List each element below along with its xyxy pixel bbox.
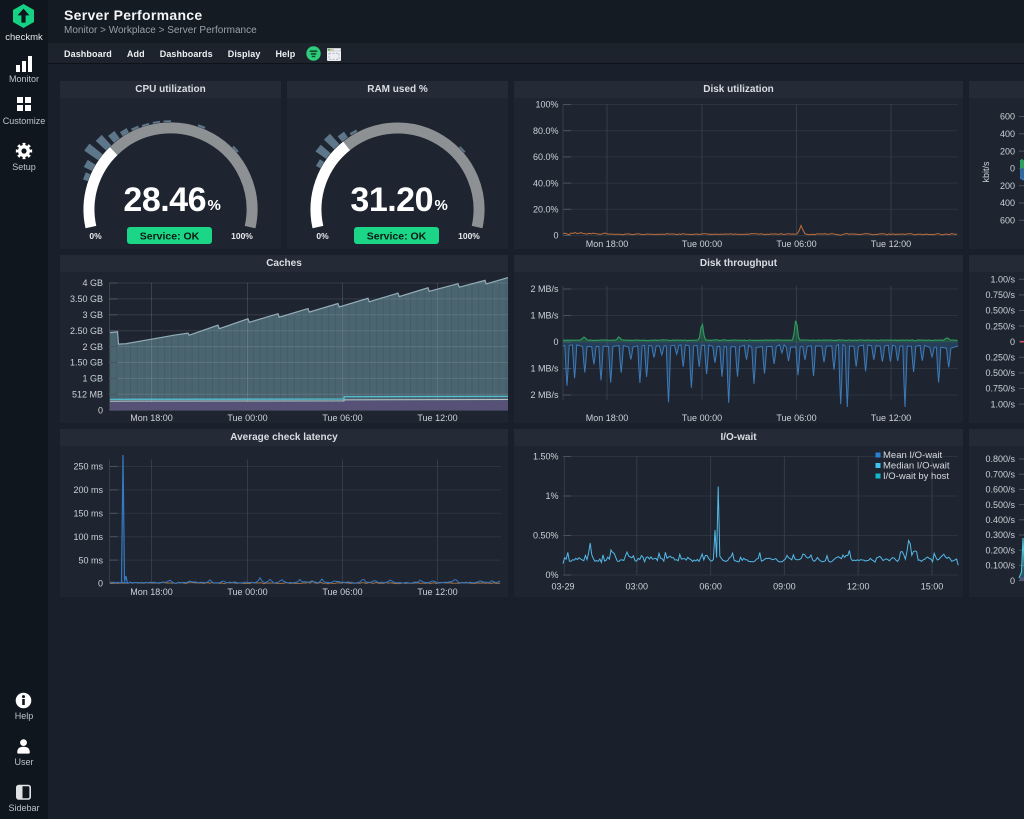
svg-text:28.46: 28.46 [123, 181, 206, 219]
svg-text:Mon 18:00: Mon 18:00 [130, 413, 173, 423]
svg-text:31.20: 31.20 [350, 181, 433, 219]
svg-text:2.50 GB: 2.50 GB [70, 326, 103, 336]
svg-text:150 ms: 150 ms [73, 509, 103, 519]
svg-text:0: 0 [1010, 337, 1015, 347]
svg-text:0%: 0% [89, 231, 102, 241]
svg-text:400: 400 [1000, 129, 1015, 139]
svg-text:Tue 06:00: Tue 06:00 [322, 413, 362, 423]
svg-text:1 MB/s: 1 MB/s [530, 311, 559, 321]
svg-text:4 GB: 4 GB [82, 278, 103, 288]
svg-text:0.750/s: 0.750/s [985, 290, 1015, 300]
svg-text:Tue 06:00: Tue 06:00 [776, 239, 816, 249]
svg-text:0: 0 [1010, 576, 1015, 586]
svg-text:100%: 100% [231, 231, 253, 241]
svg-text:Tue 12:00: Tue 12:00 [417, 413, 457, 423]
svg-text:100%: 100% [458, 231, 480, 241]
svg-text:0.500/s: 0.500/s [985, 306, 1015, 316]
svg-text:100 ms: 100 ms [73, 532, 103, 542]
svg-text:1.00/s: 1.00/s [990, 399, 1015, 409]
svg-text:0.400/s: 0.400/s [985, 515, 1015, 525]
svg-text:Service: OK: Service: OK [140, 231, 200, 243]
svg-text:100%: 100% [535, 100, 558, 110]
svg-text:400: 400 [1000, 198, 1015, 208]
svg-text:Tue 00:00: Tue 00:00 [682, 413, 722, 423]
svg-text:0: 0 [98, 579, 103, 589]
svg-text:600: 600 [1000, 112, 1015, 122]
svg-text:%: % [208, 197, 221, 214]
svg-text:20.0%: 20.0% [533, 205, 559, 215]
svg-text:600: 600 [1000, 216, 1015, 226]
svg-text:Tue 00:00: Tue 00:00 [227, 413, 267, 423]
svg-text:0.50%: 0.50% [533, 531, 559, 541]
svg-text:Mon 18:00: Mon 18:00 [130, 587, 173, 597]
svg-text:200: 200 [1000, 181, 1015, 191]
svg-text:1.00/s: 1.00/s [990, 275, 1015, 285]
svg-text:3.50 GB: 3.50 GB [70, 294, 103, 304]
svg-text:0.250/s: 0.250/s [985, 353, 1015, 363]
svg-text:2 GB: 2 GB [82, 342, 103, 352]
svg-text:03:00: 03:00 [626, 582, 649, 592]
svg-text:1%: 1% [545, 491, 558, 501]
svg-text:12:00: 12:00 [847, 582, 870, 592]
svg-text:Tue 06:00: Tue 06:00 [776, 413, 816, 423]
svg-text:Tue 00:00: Tue 00:00 [227, 587, 267, 597]
svg-text:0.300/s: 0.300/s [985, 530, 1015, 540]
svg-text:3 GB: 3 GB [82, 310, 103, 320]
svg-text:0.800/s: 0.800/s [985, 454, 1015, 464]
svg-text:250 ms: 250 ms [73, 462, 103, 472]
svg-text:0.500/s: 0.500/s [985, 500, 1015, 510]
svg-text:15:00: 15:00 [921, 582, 944, 592]
svg-text:0.750/s: 0.750/s [985, 384, 1015, 394]
svg-text:Service: OK: Service: OK [367, 231, 427, 243]
svg-text:1.50%: 1.50% [533, 452, 559, 462]
svg-text:200: 200 [1000, 146, 1015, 156]
svg-text:0: 0 [553, 231, 558, 241]
svg-text:2 MB/s: 2 MB/s [530, 284, 559, 294]
svg-text:60.0%: 60.0% [533, 152, 559, 162]
svg-text:200 ms: 200 ms [73, 485, 103, 495]
svg-text:40.0%: 40.0% [533, 178, 559, 188]
svg-text:80.0%: 80.0% [533, 126, 559, 136]
svg-text:Tue 12:00: Tue 12:00 [871, 413, 911, 423]
svg-text:Tue 00:00: Tue 00:00 [682, 239, 722, 249]
svg-text:50 ms: 50 ms [78, 555, 103, 565]
svg-text:I/O-wait by host: I/O-wait by host [883, 471, 949, 482]
svg-text:0.200/s: 0.200/s [985, 545, 1015, 555]
svg-text:1 MB/s: 1 MB/s [530, 364, 559, 374]
svg-text:0: 0 [98, 405, 103, 415]
svg-text:0.500/s: 0.500/s [985, 368, 1015, 378]
svg-text:0: 0 [1010, 164, 1015, 174]
svg-text:2 MB/s: 2 MB/s [530, 390, 559, 400]
svg-text:06:00: 06:00 [699, 582, 722, 592]
svg-text:09:00: 09:00 [773, 582, 796, 592]
svg-text:%: % [435, 197, 448, 214]
svg-text:0%: 0% [316, 231, 329, 241]
svg-text:0: 0 [553, 337, 558, 347]
svg-text:0.100/s: 0.100/s [985, 561, 1015, 571]
svg-text:1 GB: 1 GB [82, 374, 103, 384]
svg-text:Tue 06:00: Tue 06:00 [322, 587, 362, 597]
svg-text:0.700/s: 0.700/s [985, 469, 1015, 479]
svg-text:0%: 0% [545, 570, 558, 580]
svg-text:Median I/O-wait: Median I/O-wait [883, 461, 950, 472]
svg-text:1.50 GB: 1.50 GB [70, 358, 103, 368]
svg-text:512 MB: 512 MB [72, 390, 103, 400]
svg-text:0.600/s: 0.600/s [985, 485, 1015, 495]
svg-text:Mean I/O-wait: Mean I/O-wait [883, 450, 942, 461]
svg-text:Tue 12:00: Tue 12:00 [871, 239, 911, 249]
svg-text:0.250/s: 0.250/s [985, 321, 1015, 331]
svg-text:kbit/s: kbit/s [981, 161, 991, 183]
svg-text:03-29: 03-29 [551, 582, 574, 592]
svg-text:Mon 18:00: Mon 18:00 [586, 413, 629, 423]
svg-text:Mon 18:00: Mon 18:00 [586, 239, 629, 249]
svg-text:Tue 12:00: Tue 12:00 [417, 587, 457, 597]
